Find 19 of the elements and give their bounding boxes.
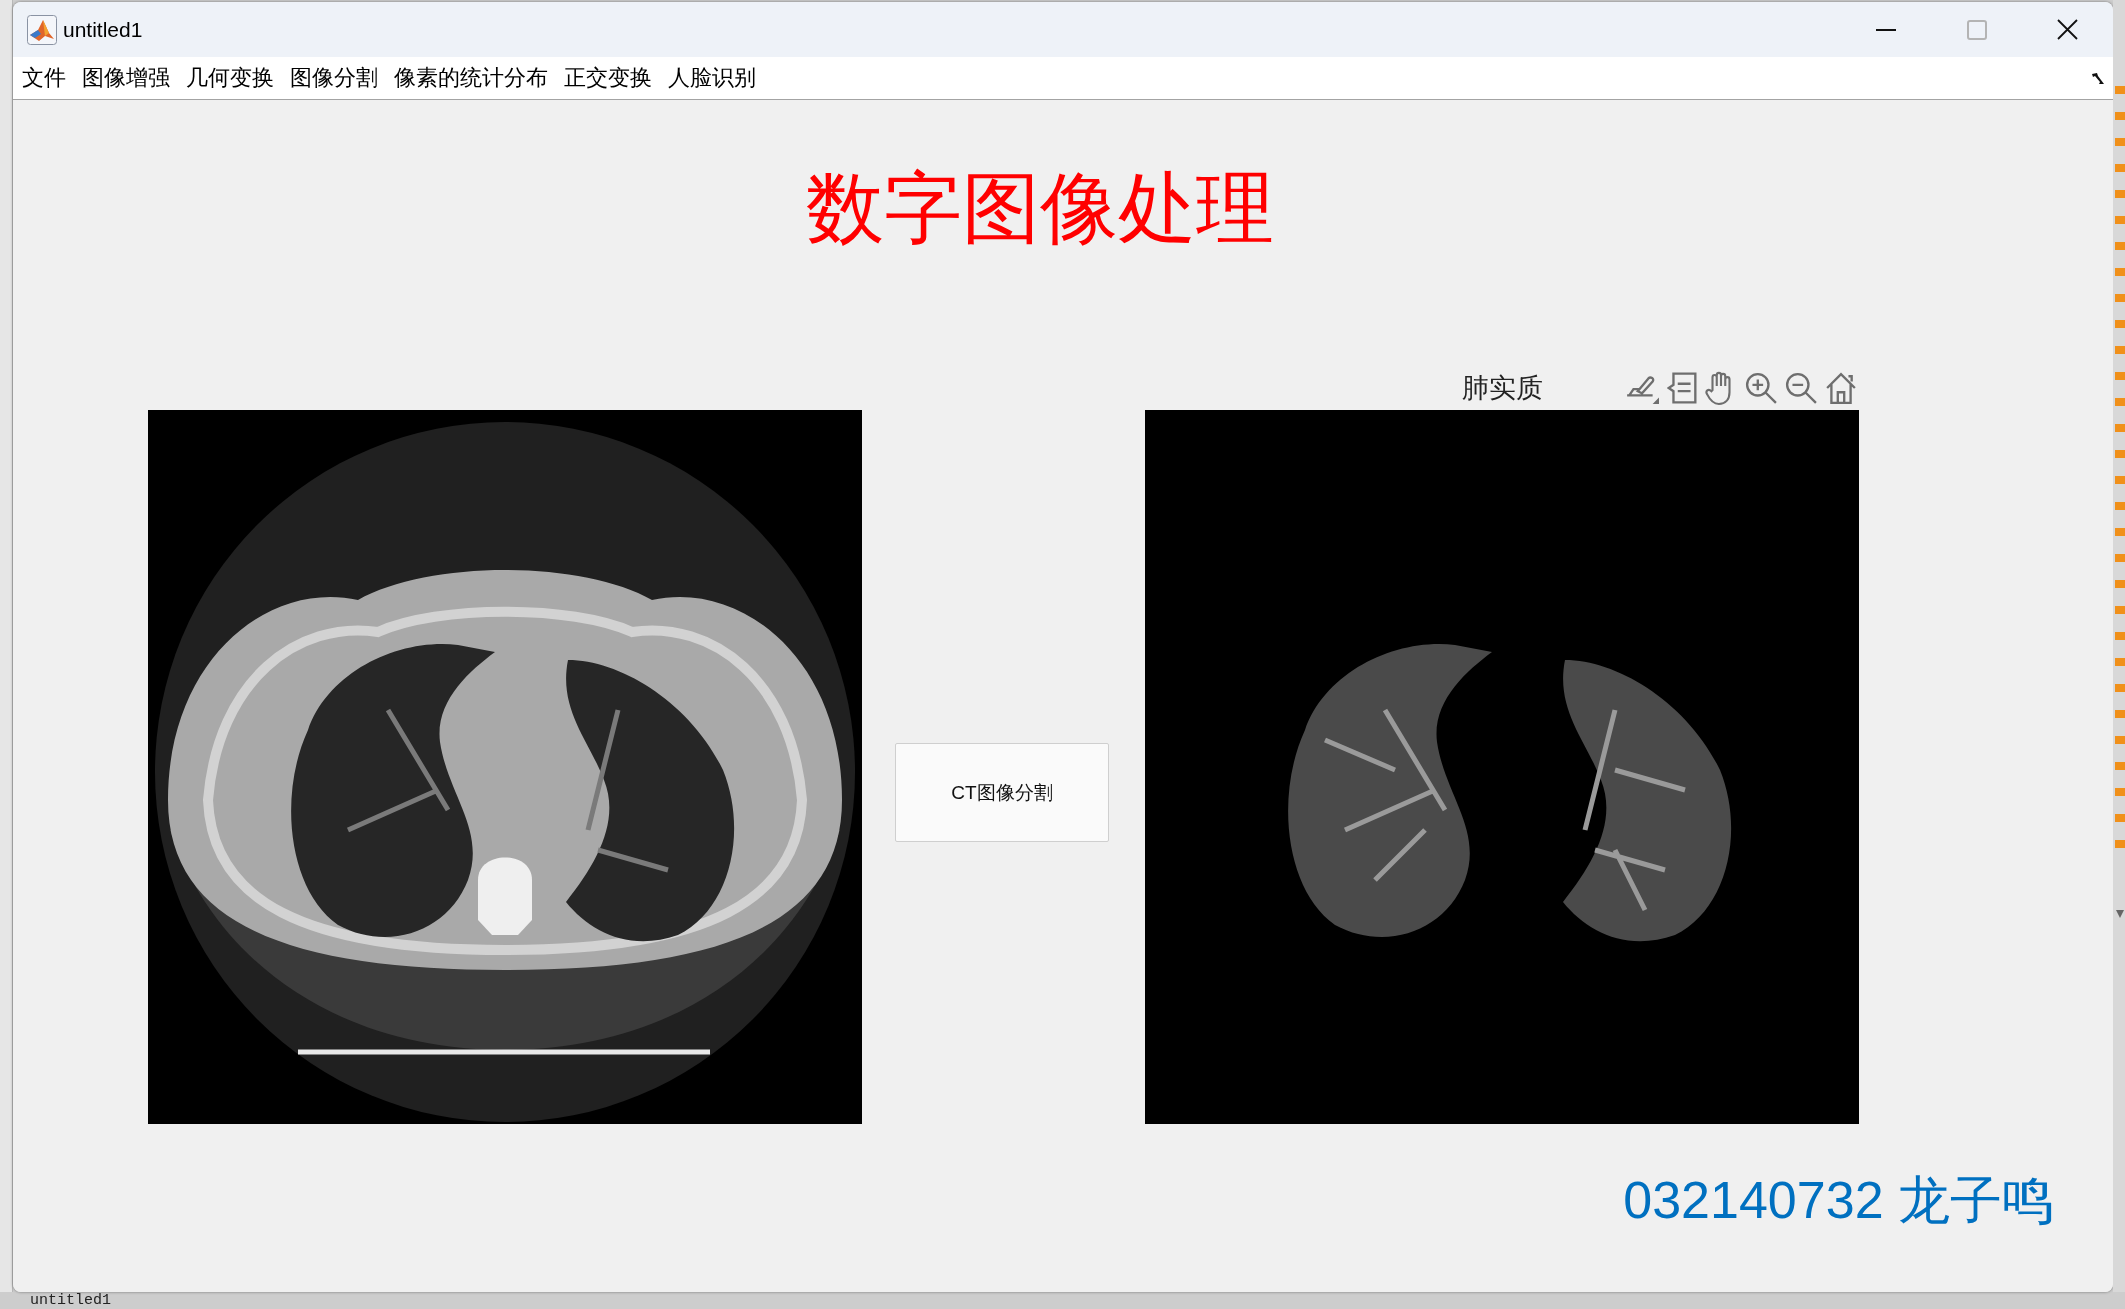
app-logo-icon <box>27 14 57 45</box>
zoom-out-icon[interactable] <box>1785 372 1817 404</box>
menu-item[interactable]: 图像增强 <box>74 57 178 99</box>
menu-item[interactable]: 像素的统计分布 <box>386 57 556 99</box>
page-title: 数字图像处理 <box>806 164 1274 254</box>
menu-item[interactable]: 图像分割 <box>282 57 386 99</box>
menu-item[interactable]: 人脸识别 <box>660 57 764 99</box>
window-title: untitled1 <box>63 17 143 42</box>
menu-item[interactable]: 几何变换 <box>178 57 282 99</box>
menu-item[interactable]: 文件 <box>14 57 74 99</box>
editor-tab-label[interactable]: untitled1 <box>30 1292 111 1309</box>
student-id-name: 032140732 龙子鸣 <box>1623 1170 2054 1231</box>
corner-arrow-icon[interactable] <box>2091 72 2105 85</box>
zoom-in-icon[interactable] <box>1745 372 1777 404</box>
menu-item[interactable]: 正交变换 <box>556 57 660 99</box>
home-icon[interactable] <box>1825 372 1857 404</box>
axes-title: 肺实质 <box>1461 372 1543 405</box>
data-tip-icon[interactable] <box>1667 372 1697 404</box>
segment-button[interactable]: CT图像分割 <box>895 743 1109 842</box>
